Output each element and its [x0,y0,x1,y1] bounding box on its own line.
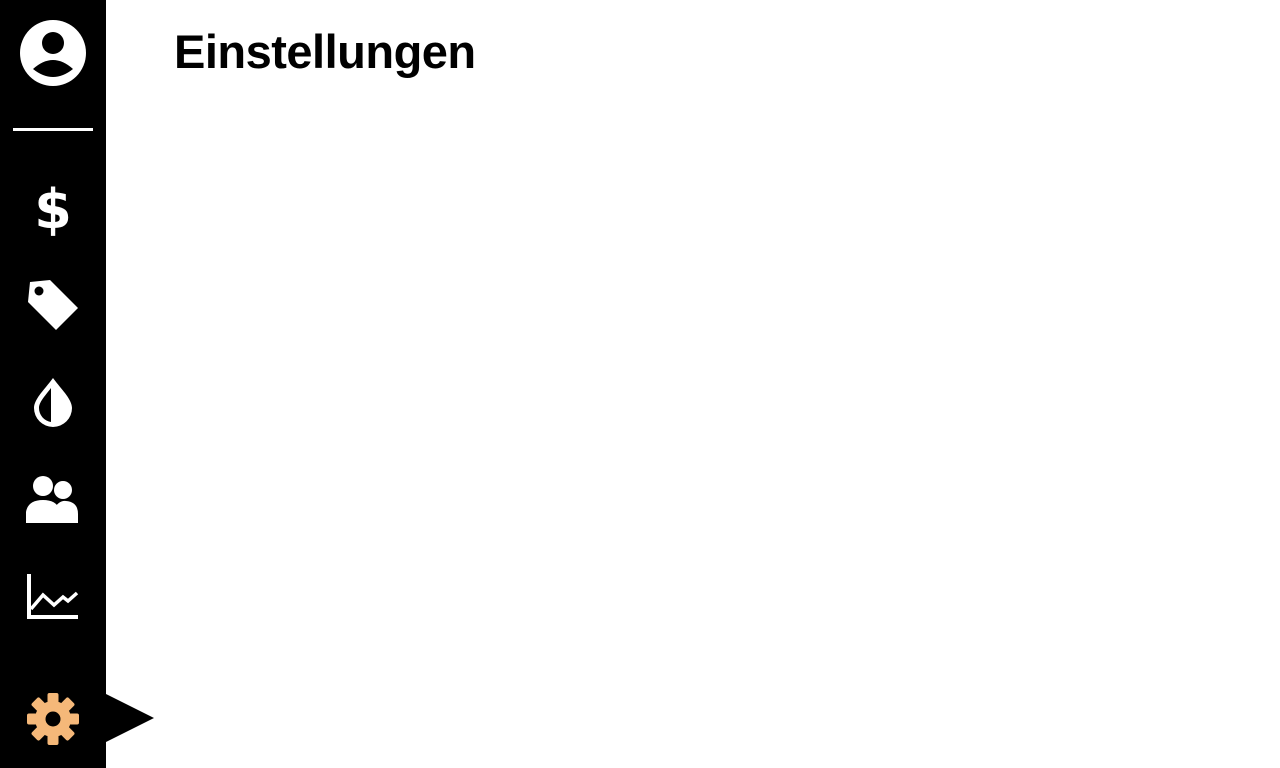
gear-icon [27,693,79,745]
sidebar-item-account[interactable] [0,14,106,92]
line-chart-icon [27,574,79,619]
sidebar-divider [13,128,93,131]
sidebar-item-contrast[interactable] [0,370,106,434]
sidebar-item-users[interactable] [0,468,106,530]
sidebar-item-statistics[interactable] [0,566,106,626]
sidebar: $ [0,0,106,768]
page-title: Einstellungen [174,25,476,78]
sidebar-item-settings[interactable] [0,688,106,750]
sidebar-item-tags[interactable] [0,272,106,338]
contrast-drop-icon [34,378,72,427]
active-item-pointer [106,694,154,742]
svg-text:$: $ [34,180,72,236]
tag-icon [28,280,78,330]
dollar-icon: $ [34,180,72,236]
account-circle-icon [20,20,86,86]
people-icon [26,476,78,523]
sidebar-item-prices[interactable]: $ [0,172,106,244]
